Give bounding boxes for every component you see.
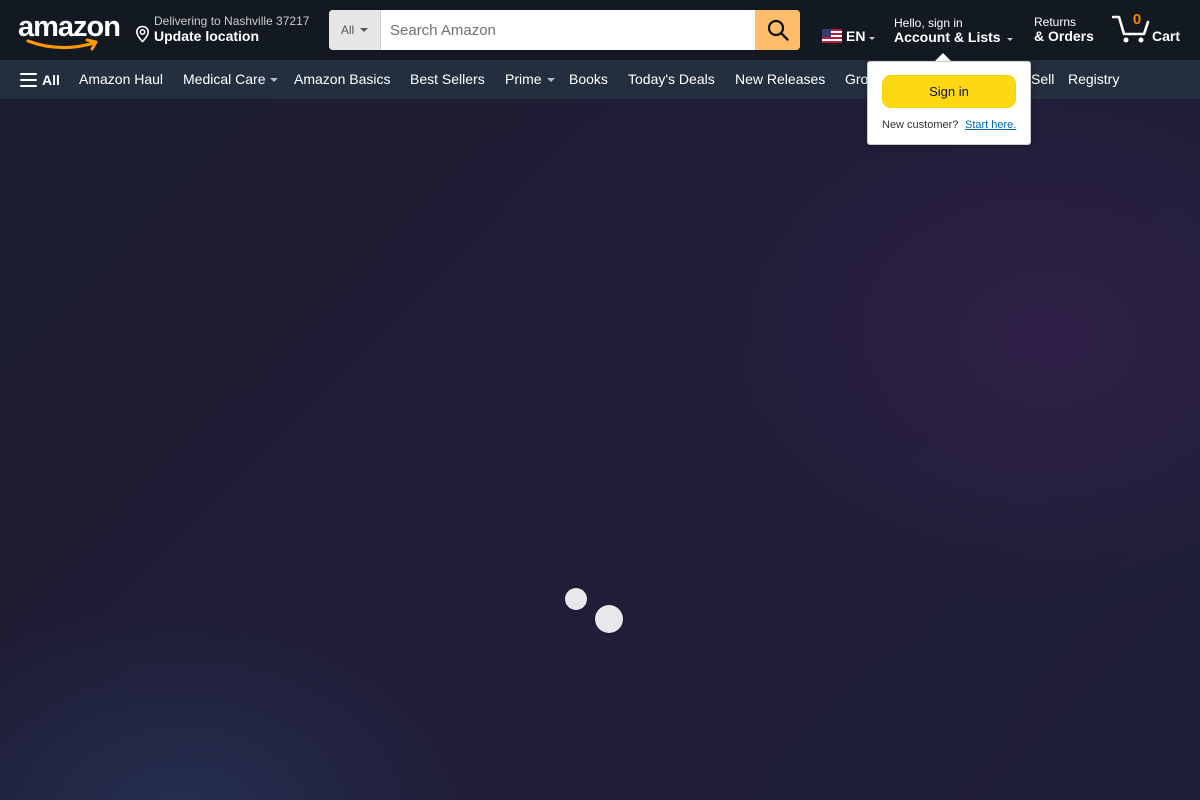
delivery-location[interactable]: Delivering to Nashville 37217 Update loc…	[135, 13, 315, 47]
nav-item-label: Registry	[1068, 71, 1120, 87]
search-icon	[767, 19, 789, 41]
start-here-link[interactable]: Start here.	[965, 119, 1016, 131]
loading-spinner	[560, 583, 630, 639]
account-lists-label: Account & Lists	[894, 29, 1013, 45]
nav-item-label: Medical Care	[183, 71, 266, 87]
chevron-down-icon	[1006, 37, 1013, 41]
nav-all-label: All	[42, 72, 60, 88]
loading-dot	[595, 605, 623, 633]
location-pin-icon	[135, 25, 150, 43]
search-category-dropdown[interactable]: All	[329, 10, 381, 50]
signin-button[interactable]: Sign in	[882, 75, 1016, 108]
nav-item-label: New Releases	[735, 71, 826, 87]
chevron-down-icon	[869, 36, 876, 40]
nav-item-sell[interactable]: Sell	[1031, 71, 1054, 87]
chevron-down-icon	[546, 78, 555, 82]
language-selector[interactable]: EN	[822, 26, 876, 46]
nav-item-label: Gro	[845, 71, 869, 87]
chevron-down-icon	[270, 78, 279, 82]
nav-item-amazon-basics[interactable]: Amazon Basics	[294, 71, 390, 87]
search-button[interactable]	[755, 10, 800, 50]
signin-popover: Sign in New customer? Start here.	[867, 61, 1031, 145]
nav-item-amazon-haul[interactable]: Amazon Haul	[79, 71, 163, 87]
search-category-label: All	[340, 23, 355, 37]
account-lists-text: Account & Lists	[894, 29, 1001, 45]
nav-item-best-sellers[interactable]: Best Sellers	[410, 71, 485, 87]
nav-all-menu[interactable]: All	[20, 71, 60, 89]
nav-item-label: Prime	[505, 71, 542, 87]
amazon-smile-icon	[26, 38, 98, 51]
search-bar: All	[329, 10, 800, 50]
hamburger-icon	[20, 73, 37, 87]
popover-arrow	[935, 53, 951, 61]
nav-item-label: Books	[569, 71, 608, 87]
account-greeting: Hello, sign in	[894, 16, 963, 30]
cart-button[interactable]: 0 Cart	[1112, 10, 1184, 50]
chevron-down-icon	[360, 28, 369, 32]
nav-item-groceries[interactable]: Gro	[845, 71, 868, 87]
new-customer-text: New customer?	[882, 119, 959, 131]
nav-item-label: Amazon Haul	[79, 71, 164, 87]
nav-item-label: Amazon Basics	[294, 71, 391, 87]
nav-item-medical-care[interactable]: Medical Care	[183, 71, 279, 87]
nav-item-registry[interactable]: Registry	[1068, 71, 1119, 87]
cart-label: Cart	[1152, 28, 1181, 44]
nav-item-todays-deals[interactable]: Today's Deals	[628, 71, 715, 87]
account-lists[interactable]: Hello, sign in Account & Lists	[894, 15, 1019, 49]
nav-item-books[interactable]: Books	[569, 71, 608, 87]
cart-count: 0	[1132, 11, 1142, 28]
delivery-label: Delivering to Nashville 37217	[154, 14, 310, 28]
loading-dot	[565, 588, 587, 610]
returns-orders[interactable]: Returns & Orders	[1034, 14, 1104, 48]
nav-item-label: Sell	[1031, 71, 1055, 87]
amazon-logo[interactable]: amazon	[18, 10, 121, 52]
nav-item-label: Today's Deals	[628, 71, 715, 87]
returns-label: Returns	[1034, 15, 1077, 29]
language-label: EN	[846, 28, 866, 44]
main-content	[0, 99, 1200, 800]
update-location-label: Update location	[154, 28, 260, 44]
us-flag-icon	[822, 29, 842, 43]
orders-label: & Orders	[1034, 28, 1094, 44]
nav-item-label: Best Sellers	[410, 71, 485, 87]
nav-item-prime[interactable]: Prime	[505, 71, 555, 87]
search-input[interactable]	[381, 10, 755, 50]
nav-item-new-releases[interactable]: New Releases	[735, 71, 825, 87]
top-header: amazon Delivering to Nashville 37217 Upd…	[0, 0, 1200, 60]
